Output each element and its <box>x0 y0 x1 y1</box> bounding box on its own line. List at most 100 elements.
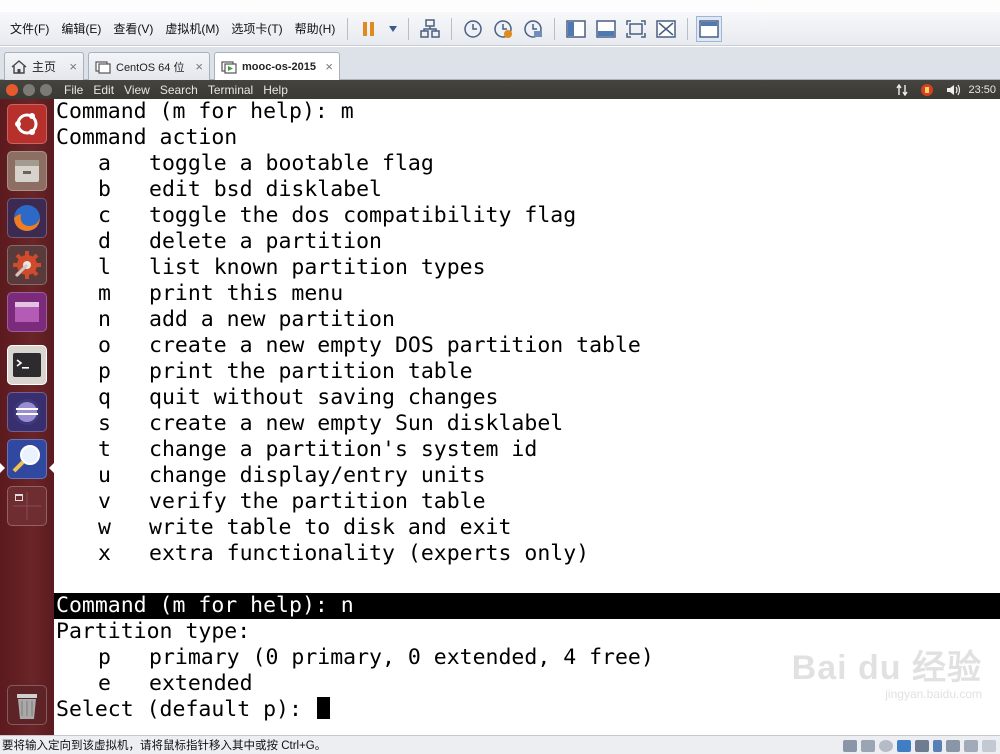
menu-file[interactable]: 文件(F) <box>4 12 55 46</box>
menu-edit[interactable]: 编辑(E) <box>55 12 107 46</box>
snapshot-button[interactable] <box>460 16 486 42</box>
close-icon[interactable]: × <box>195 59 203 74</box>
command-key: a <box>98 151 111 176</box>
update-indicator-icon[interactable] <box>920 83 934 97</box>
command-description: toggle a bootable flag <box>149 151 434 176</box>
command-description: list known partition types <box>149 255 486 280</box>
vm-icon <box>95 60 111 74</box>
launcher-eclipse[interactable] <box>7 392 47 432</box>
command-description: add a new partition <box>149 307 395 332</box>
revert-snapshot-button[interactable] <box>490 16 516 42</box>
command-key: b <box>98 177 111 202</box>
partition-type-key: e <box>98 671 111 696</box>
launcher-settings[interactable] <box>7 245 47 285</box>
vm-tab-bar: 主页 × CentOS 64 位 × mooc-os-2015 × <box>0 47 1000 81</box>
volume-icon[interactable] <box>946 84 962 96</box>
launcher-workspace[interactable] <box>7 292 47 332</box>
show-thumbnail-bar-button[interactable] <box>593 16 619 42</box>
baidu-watermark: Bai du 经验 jingyan.baidu.com <box>792 640 982 701</box>
select-prompt-text: Select (default p): <box>56 697 315 722</box>
window-minimize-button[interactable] <box>23 83 35 96</box>
full-screen-button[interactable] <box>623 16 649 42</box>
workspace-switcher-icon <box>13 492 41 520</box>
menu-view[interactable]: 查看(V) <box>107 12 159 46</box>
command-description: edit bsd disklabel <box>149 177 382 202</box>
window-close-button[interactable] <box>6 83 18 96</box>
vm-status-bar: 要将输入定向到该虚拟机，请将鼠标指针移入其中或按 Ctrl+G。 <box>0 735 1000 754</box>
sound-card-icon[interactable] <box>946 739 960 752</box>
window-maximize-button[interactable] <box>40 83 52 96</box>
floppy-icon[interactable] <box>879 739 893 752</box>
power-dropdown-button[interactable] <box>386 16 400 42</box>
command-description: verify the partition table <box>149 489 486 514</box>
terminal-prompt-line: Command (m for help): m <box>56 99 354 124</box>
watermark-url: jingyan.baidu.com <box>885 687 982 701</box>
terminal-header-line: Command action <box>56 125 238 150</box>
command-key: v <box>98 489 111 514</box>
launcher-firefox[interactable] <box>7 198 47 238</box>
unity-launcher <box>0 99 54 735</box>
partition-type-key: p <box>98 645 111 670</box>
launcher-search-tool[interactable] <box>7 439 47 479</box>
network-adapter-icon[interactable] <box>897 739 911 752</box>
close-icon[interactable]: × <box>69 59 77 74</box>
console-view-button[interactable] <box>696 15 723 42</box>
command-key: d <box>98 229 111 254</box>
pause-button[interactable] <box>356 16 382 42</box>
launcher-trash[interactable] <box>7 685 47 725</box>
menu-vm[interactable]: 虚拟机(M) <box>159 12 225 46</box>
device-status-icons <box>841 737 998 754</box>
menu-tabs[interactable]: 选项卡(T) <box>225 12 288 46</box>
terminal-menu-file[interactable]: File <box>64 83 83 97</box>
status-text: 要将输入定向到该虚拟机，请将鼠标指针移入其中或按 Ctrl+G。 <box>2 740 327 752</box>
command-description: print this menu <box>149 281 344 306</box>
revert-snapshot-icon <box>494 19 513 38</box>
command-key: t <box>98 437 111 462</box>
terminal-menu-view[interactable]: View <box>124 83 150 97</box>
show-library-button[interactable] <box>563 16 589 42</box>
command-key: p <box>98 359 111 384</box>
file-manager-icon <box>15 160 39 182</box>
command-description: quit without saving changes <box>149 385 499 410</box>
message-log-icon[interactable] <box>982 739 996 752</box>
command-description: change display/entry units <box>149 463 486 488</box>
network-arrows-icon[interactable] <box>896 83 909 96</box>
terminal-menu-help[interactable]: Help <box>263 83 288 97</box>
usb-icon[interactable] <box>915 739 929 752</box>
command-key: s <box>98 411 111 436</box>
terminal-menu-terminal[interactable]: Terminal <box>208 83 253 97</box>
select-prompt-line[interactable]: Select (default p): <box>56 697 330 723</box>
panel-clock[interactable]: 23:50 <box>968 84 996 96</box>
toolbar-separator <box>451 17 453 40</box>
tab-mooc-os[interactable]: mooc-os-2015 × <box>214 52 340 81</box>
menu-help[interactable]: 帮助(H) <box>289 12 342 46</box>
launcher-terminal[interactable] <box>7 345 47 385</box>
launcher-active-indicator <box>0 463 5 473</box>
network-devices-icon <box>420 18 441 38</box>
command-description: toggle the dos compatibility flag <box>149 203 577 228</box>
command-key: u <box>98 463 111 488</box>
tab-centos[interactable]: CentOS 64 位 × <box>88 52 210 80</box>
command-key: q <box>98 385 111 410</box>
launcher-workspace-switcher[interactable] <box>7 486 47 526</box>
launcher-files[interactable] <box>7 151 47 191</box>
bluetooth-icon[interactable] <box>933 739 942 752</box>
snapshot-icon <box>464 19 483 38</box>
snapshot-manager-button[interactable] <box>520 16 546 42</box>
close-icon[interactable]: × <box>325 59 333 74</box>
launcher-dash[interactable] <box>7 104 47 144</box>
terminal-menu-search[interactable]: Search <box>160 83 198 97</box>
terminal-menu-edit[interactable]: Edit <box>93 83 114 97</box>
display-icon[interactable] <box>964 739 978 752</box>
tab-home[interactable]: 主页 × <box>4 52 84 80</box>
cd-drive-icon[interactable] <box>861 739 875 752</box>
unity-mode-button[interactable] <box>653 16 679 42</box>
sidebar-layout-icon <box>566 19 587 38</box>
send-ctrl-alt-del-button[interactable] <box>417 16 443 42</box>
command-key: m <box>98 281 111 306</box>
toolbar-separator <box>687 17 689 40</box>
vm-running-icon <box>221 60 237 74</box>
command-description: write table to disk and exit <box>149 515 512 540</box>
hard-disk-icon[interactable] <box>843 739 857 752</box>
thumbnail-layout-icon <box>596 19 617 38</box>
